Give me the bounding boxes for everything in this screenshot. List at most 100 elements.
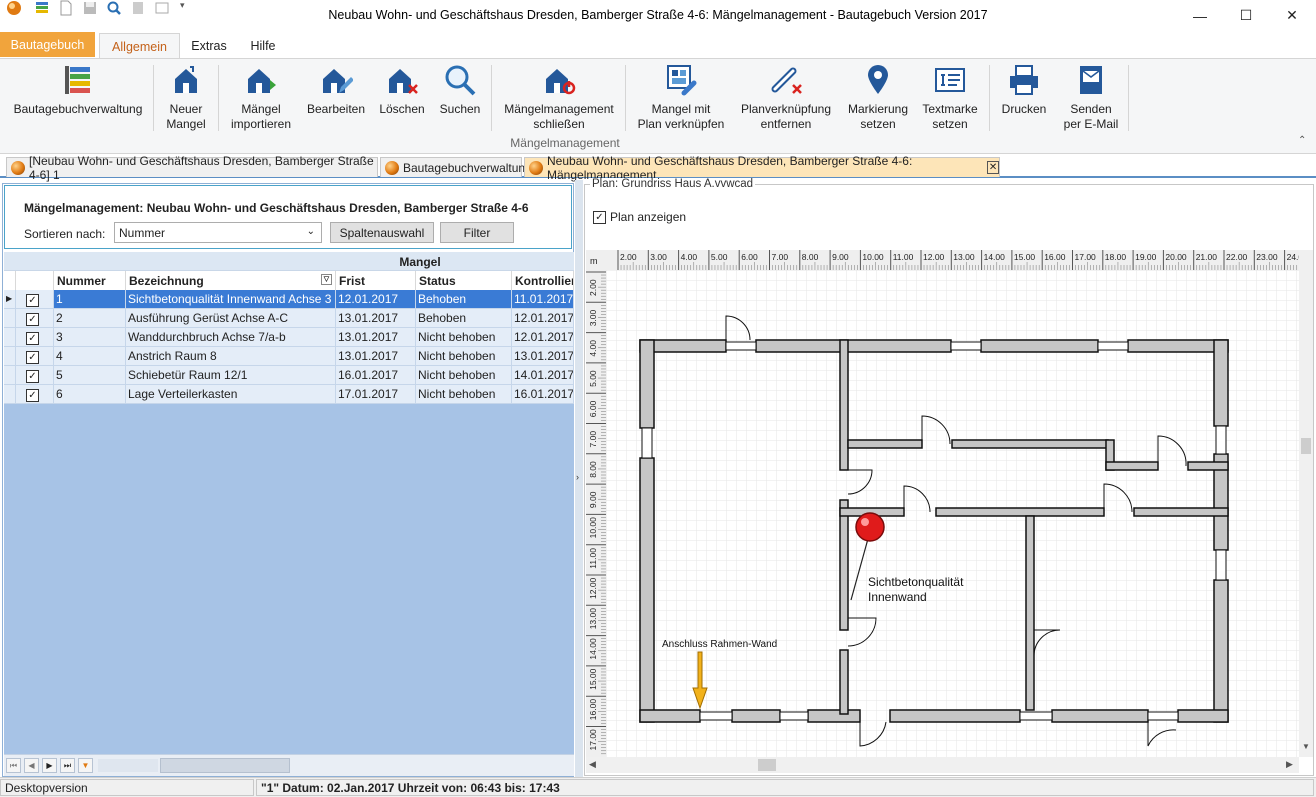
plan-hscroll-thumb[interactable] [758, 759, 776, 771]
row-checkbox-cell[interactable]: ✓ [16, 290, 54, 309]
cell-frist[interactable]: 16.01.2017 [336, 366, 416, 385]
tab-bautagebuch[interactable]: Bautagebuch [0, 32, 95, 57]
collapse-ribbon-icon[interactable]: ⌃ [1298, 135, 1306, 146]
senden-per-email-button[interactable]: Senden per E-Mail [1058, 63, 1124, 135]
cell-status[interactable]: Nicht behoben [416, 385, 512, 404]
scroll-left-icon[interactable]: ◀ [589, 759, 596, 770]
loeschen-button[interactable]: Löschen [376, 63, 428, 135]
row-indicator[interactable]: ▶ [4, 290, 16, 309]
row-checkbox-cell[interactable]: ✓ [16, 366, 54, 385]
cell-frist[interactable]: 13.01.2017 [336, 328, 416, 347]
table-row[interactable]: ✓ 4 Anstrich Raum 8 13.01.2017 Nicht behoben… [0, 347, 574, 366]
cell-status[interactable]: Behoben [416, 309, 512, 328]
drucken-button[interactable]: Drucken [996, 63, 1052, 135]
doc-tab-maengelmanagement[interactable]: Neubau Wohn- und Geschäftshaus Dresden, … [524, 154, 1000, 182]
cell-bezeichnung[interactable]: Lage Verteilerkasten [126, 385, 336, 404]
tab-hilfe[interactable]: Hilfe [240, 33, 286, 58]
maximize-icon[interactable]: ☐ [1223, 0, 1269, 31]
neuer-mangel-button[interactable]: Neuer Mangel [160, 63, 212, 135]
textmarke-setzen-button[interactable]: Textmarke setzen [918, 63, 982, 135]
header-frist[interactable]: Frist [336, 271, 416, 290]
row-checkbox-cell[interactable]: ✓ [16, 385, 54, 404]
cell-frist[interactable]: 13.01.2017 [336, 347, 416, 366]
plan-vertical-scrollbar[interactable]: ▼ [1299, 250, 1313, 757]
table-row[interactable]: ✓ 5 Schiebetür Raum 12/1 16.01.2017 Nicht be… [0, 366, 574, 385]
cell-nummer[interactable]: 2 [54, 309, 126, 328]
cell-nummer[interactable]: 3 [54, 328, 126, 347]
pane-splitter[interactable]: › [575, 180, 583, 777]
cell-status[interactable]: Nicht behoben [416, 347, 512, 366]
close-tab-icon[interactable]: ✕ [987, 161, 999, 174]
cell-kontrolliert[interactable]: 13.01.2017 [512, 347, 574, 366]
checkbox-checked-icon[interactable]: ✓ [26, 351, 39, 364]
cell-status[interactable]: Nicht behoben [416, 366, 512, 385]
planverknuepfung-entfernen-button[interactable]: Planverknüpfung entfernen [736, 63, 836, 135]
tab-allgemein[interactable]: Allgemein [99, 33, 180, 59]
bearbeiten-button[interactable]: Bearbeiten [304, 63, 368, 135]
maengel-importieren-button[interactable]: Mängel importieren [226, 63, 296, 135]
cell-bezeichnung[interactable]: Anstrich Raum 8 [126, 347, 336, 366]
maengelmanagement-schliessen-button[interactable]: Mängelmanagement schließen [498, 63, 620, 135]
cell-bezeichnung[interactable]: Ausführung Gerüst Achse A-C [126, 309, 336, 328]
cell-frist[interactable]: 13.01.2017 [336, 309, 416, 328]
header-nummer[interactable]: Nummer [54, 271, 126, 290]
cell-status[interactable]: Nicht behoben [416, 328, 512, 347]
suchen-button[interactable]: Suchen [434, 63, 486, 135]
next-record-icon[interactable]: ▶ [42, 758, 57, 773]
cell-bezeichnung[interactable]: Schiebetür Raum 12/1 [126, 366, 336, 385]
cell-kontrolliert[interactable]: 12.01.2017 [512, 328, 574, 347]
row-indicator[interactable] [4, 309, 16, 328]
doc-tab-bautagebuch[interactable]: [Neubau Wohn- und Geschäftshaus Dresden,… [6, 154, 378, 182]
header-bezeichnung[interactable]: Bezeichnung ▽ [126, 271, 336, 290]
plan-anzeigen-checkbox[interactable]: ✓ Plan anzeigen [593, 210, 686, 224]
checkbox-checked-icon[interactable]: ✓ [26, 389, 39, 402]
cell-frist[interactable]: 12.01.2017 [336, 290, 416, 309]
plan-vscroll-thumb[interactable] [1301, 438, 1311, 454]
table-row[interactable]: ✓ 2 Ausführung Gerüst Achse A-C 13.01.2017 B… [0, 309, 574, 328]
row-indicator[interactable] [4, 366, 16, 385]
row-indicator[interactable] [4, 385, 16, 404]
defect-marker-pin-icon[interactable] [855, 512, 885, 542]
collapse-arrow-icon[interactable]: › [576, 472, 579, 482]
cell-status[interactable]: Behoben [416, 290, 512, 309]
header-kontrolliert[interactable]: Kontrollier [512, 271, 574, 290]
first-record-icon[interactable]: ⏮ [6, 758, 21, 773]
header-status[interactable]: Status [416, 271, 512, 290]
scroll-right-icon[interactable]: ▶ [1286, 759, 1293, 770]
cell-nummer[interactable]: 4 [54, 347, 126, 366]
horizontal-scroll-track[interactable] [98, 759, 158, 772]
cell-kontrolliert[interactable]: 11.01.2017 [512, 290, 574, 309]
plan-horizontal-scrollbar[interactable]: ◀ ▶ [586, 757, 1299, 773]
table-row[interactable]: ✓ 3 Wanddurchbruch Achse 7/a-b 13.01.2017 Ni… [0, 328, 574, 347]
scroll-down-icon[interactable]: ▼ [1302, 742, 1310, 751]
row-indicator[interactable] [4, 328, 16, 347]
doc-tab-verwaltung[interactable]: Bautagebuchverwaltung [380, 157, 532, 177]
cell-kontrolliert[interactable]: 16.01.2017 [512, 385, 574, 404]
previous-record-icon[interactable]: ◀ [24, 758, 39, 773]
minimize-icon[interactable]: — [1177, 0, 1223, 31]
row-checkbox-cell[interactable]: ✓ [16, 309, 54, 328]
cell-frist[interactable]: 17.01.2017 [336, 385, 416, 404]
close-icon[interactable]: ✕ [1269, 0, 1315, 31]
checkbox-checked-icon[interactable]: ✓ [593, 210, 606, 224]
cell-bezeichnung[interactable]: Sichtbetonqualität Innenwand Achse 3 [126, 290, 336, 309]
cell-kontrolliert[interactable]: 14.01.2017 [512, 366, 574, 385]
plan-canvas[interactable]: 2.00 3.00 4.00 5.00 6.00 7.00 8.00 9.00 10.00 11.… [586, 250, 1299, 757]
checkbox-checked-icon[interactable]: ✓ [26, 294, 39, 307]
filter-button[interactable]: Filter [440, 222, 514, 243]
tab-extras[interactable]: Extras [186, 33, 232, 58]
spaltenauswahl-button[interactable]: Spaltenauswahl [330, 222, 434, 243]
filter-icon[interactable]: ▽ [321, 274, 332, 285]
sort-select[interactable]: Nummer ⌄ [114, 222, 322, 243]
checkbox-checked-icon[interactable]: ✓ [26, 332, 39, 345]
filter-record-icon[interactable]: ▼ [78, 758, 93, 773]
cell-nummer[interactable]: 6 [54, 385, 126, 404]
last-record-icon[interactable]: ⏭ [60, 758, 75, 773]
cell-bezeichnung[interactable]: Wanddurchbruch Achse 7/a-b [126, 328, 336, 347]
table-row[interactable]: ✓ 6 Lage Verteilerkasten 17.01.2017 Nicht be… [0, 385, 574, 404]
row-indicator[interactable] [4, 347, 16, 366]
bautagebuchverwaltung-button[interactable]: Bautagebuchverwaltung [8, 63, 148, 135]
horizontal-scroll-thumb[interactable] [160, 758, 290, 773]
row-checkbox-cell[interactable]: ✓ [16, 347, 54, 366]
cell-kontrolliert[interactable]: 12.01.2017 [512, 309, 574, 328]
